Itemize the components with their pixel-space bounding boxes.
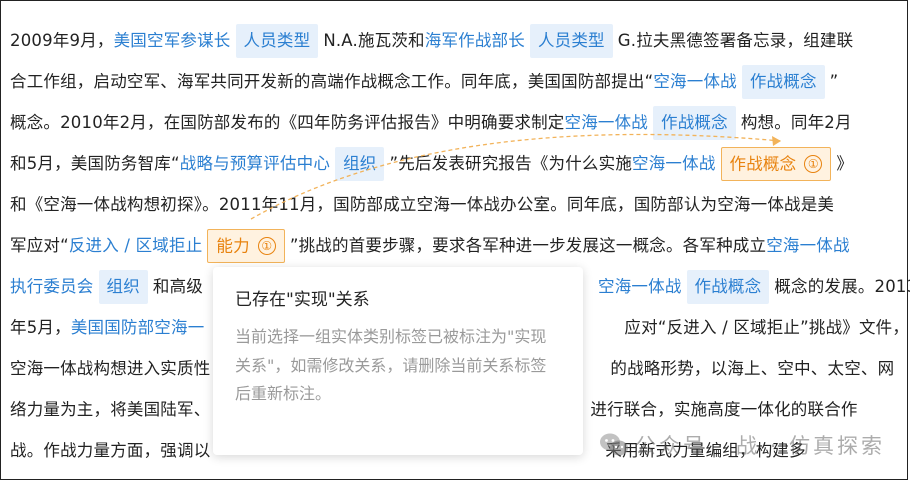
- annotated-entity[interactable]: 空海一体战: [653, 72, 737, 91]
- selected-entity-tag[interactable]: 能力 ①: [207, 228, 285, 263]
- document-frame: 2009年9月，美国空军参谋长 人员类型 N.A.施瓦茨和海军作战部长 人员类型 G.拉…: [0, 0, 910, 480]
- plain-text: 应对“反进入 / 区域拒止”挑战》文件，: [624, 318, 910, 337]
- annotated-entity[interactable]: 空海一体战: [766, 236, 850, 255]
- annotated-entity[interactable]: 反进入 / 区域拒止: [69, 236, 203, 255]
- annotated-entity[interactable]: 执行委员会: [10, 277, 94, 296]
- text-line: 军应对“反进入 / 区域拒止 能力 ① ”挑战的首要步骤，要求各军种进一步发展这一概念…: [10, 224, 850, 265]
- entity-type-tag[interactable]: 作战概念: [653, 105, 736, 140]
- plain-text: 概念。2010年2月，在国防部发布的《四年防务评估报告》中明确要求制定: [10, 113, 565, 132]
- plain-text: ”先后发表研究报告《为什么实施: [389, 154, 633, 173]
- plain-text: 2009年9月，: [10, 31, 114, 50]
- entity-type-tag[interactable]: 作战概念: [686, 269, 770, 304]
- plain-text: 年5月，: [10, 318, 71, 337]
- plain-text: 战。作战力量方面，强调以: [10, 441, 211, 460]
- plain-text: 络力量为主，将美国陆军、: [10, 400, 211, 419]
- plain-text: 和高级: [152, 277, 204, 296]
- entity-type-tag[interactable]: 人员类型: [529, 23, 613, 58]
- entity-type-tag[interactable]: 作战概念: [741, 64, 825, 99]
- plain-text: 军应对“: [10, 236, 69, 255]
- annotated-entity[interactable]: 美国国防部空海一: [71, 318, 205, 337]
- text-line: 概念。2010年2月，在国防部发布的《四年防务评估报告》中明确要求制定空海一体战…: [10, 101, 852, 142]
- plain-text: ”挑战的首要步骤，要求各军种进一步发展这一概念。各军种成立: [289, 236, 767, 255]
- plain-text: N.A.施瓦茨和: [323, 31, 425, 50]
- plain-text: 构想。同年2月: [740, 113, 852, 132]
- selected-entity-tag[interactable]: 作战概念 ①: [720, 146, 832, 181]
- plain-text: 概念的发展。2013: [774, 277, 910, 296]
- plain-text: G.拉夫黑德签署备忘录，组建联: [617, 31, 854, 50]
- text-line: 和5月，美国防务智库“战略与预算评估中心 组织 ”先后发表研究报告《为什么实施空海一…: [10, 142, 853, 183]
- entity-type-tag[interactable]: 组织: [335, 146, 385, 181]
- popup-message: 当前选择一组实体类别标签已被标注为"实现关系"，如需修改关系，请删除当前关系标签…: [235, 327, 547, 403]
- tag-index-badge: ①: [257, 236, 276, 255]
- entity-type-tag[interactable]: 人员类型: [235, 23, 319, 58]
- popup-title: 已存在"实现"关系: [235, 290, 370, 310]
- annotated-entity[interactable]: 战略与预算评估中心: [180, 154, 330, 173]
- tag-index-badge: ①: [804, 154, 823, 173]
- plain-text: 空海一体战构想进入实质性: [10, 359, 211, 378]
- entity-type-tag[interactable]: 组织: [98, 269, 148, 304]
- plain-text: 的战略形势，以海上、空中、太空、网: [610, 359, 895, 378]
- plain-text: ”: [829, 72, 839, 91]
- annotated-entity[interactable]: 空海一体战: [632, 154, 716, 173]
- plain-text: 合工作组，启动空军、海军共同开发新的高端作战概念工作。同年底，美国国防部提出“: [10, 72, 654, 91]
- annotated-entity[interactable]: 空海一体战: [565, 113, 649, 132]
- plain-text: 和5月，美国防务智库“: [10, 154, 180, 173]
- text-line: 2009年9月，美国空军参谋长 人员类型 N.A.施瓦茨和海军作战部长 人员类型 G.拉…: [10, 19, 853, 60]
- annotated-entity[interactable]: 海军作战部长: [425, 31, 525, 50]
- tag-label: 作战概念: [729, 154, 797, 173]
- annotated-entity[interactable]: 空海一体战: [598, 277, 682, 296]
- annotated-entity[interactable]: 美国空军参谋长: [114, 31, 231, 50]
- relation-exists-popup: 已存在"实现"关系 当前选择一组实体类别标签已被标注为"实现关系"，如需修改关系…: [213, 267, 583, 455]
- plain-text: 采用新式力量编组，构建多: [605, 441, 806, 460]
- plain-text: 》: [836, 154, 854, 173]
- plain-text: 进行联合，实施高度一体化的联合作: [590, 400, 858, 419]
- plain-text: 和《空海一体战构想初探》。2011年11月，国防部成立空海一体战办公室。同年底，…: [10, 195, 835, 214]
- tag-label: 能力: [216, 236, 250, 255]
- text-line: 和《空海一体战构想初探》。2011年11月，国防部成立空海一体战办公室。同年底，…: [10, 183, 834, 224]
- text-line: 合工作组，启动空军、海军共同开发新的高端作战概念工作。同年底，美国国防部提出“空…: [10, 60, 838, 101]
